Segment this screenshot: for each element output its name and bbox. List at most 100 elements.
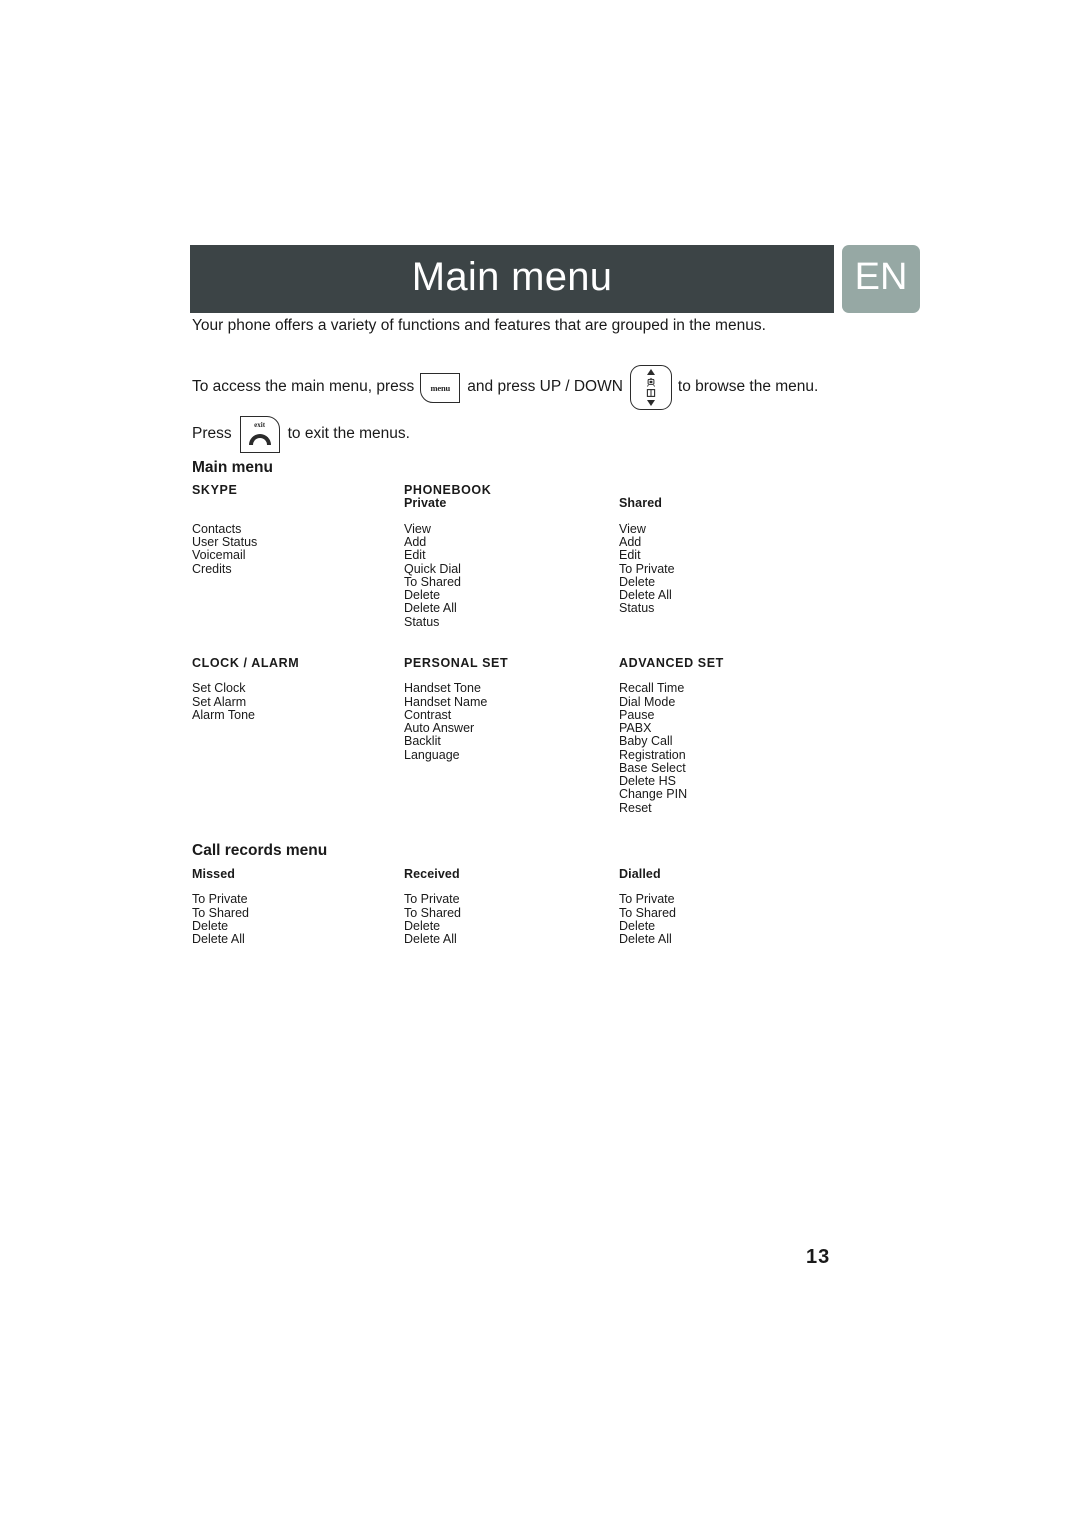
list-item: Contrast [404,707,452,722]
list-item: Credits [192,561,232,576]
triangle-up-icon [646,369,655,375]
list-item: Handset Name [404,694,488,709]
intro-2-text-a: To access the main menu, press [192,378,415,396]
menu-column-phonebook-private: PHONEBOOK Private View Add Edit Quick Di… [404,483,619,629]
page-title-bar: Main menu [190,245,835,313]
page-title: Main menu [411,255,613,299]
list-item: Delete All [619,932,672,947]
menu-key-icon: menu [420,372,461,403]
menu-column-heading: PHONEBOOK [404,483,492,497]
intro-paragraph-2: To access the main menu, press menu and … [192,365,818,410]
menu-column-personal-set: PERSONAL SET Handset Tone Handset Name C… [404,656,619,815]
alarm-bell-icon [646,377,655,387]
list-item: To Shared [404,905,461,920]
menu-item-list: View Add Edit Quick Dial To Shared Delet… [404,521,619,629]
list-item: To Private [192,892,248,907]
list-item: Quick Dial [404,561,461,576]
list-item: Delete All [404,601,457,616]
menu-column-heading: PERSONAL SET [404,656,509,670]
list-item: To Shared [192,905,249,920]
list-item: Change PIN [619,787,688,802]
menu-column-advanced-set: ADVANCED SET Recall Time Dial Mode Pause… [619,656,922,815]
language-badge-label: EN [854,256,908,298]
menu-item-list: Handset Tone Handset Name Contrast Auto … [404,682,619,762]
list-item: Reset [619,800,652,815]
triangle-down-icon [646,399,655,406]
menu-item-list: To Private To Shared Delete Delete All [404,893,619,946]
list-item: Delete [404,918,441,933]
menu-column-subheading: Received [404,867,460,881]
list-item: Delete HS [619,774,676,789]
menu-column-phonebook-shared: Shared View Add Edit To Private Delete D… [619,484,922,629]
menu-item-list: To Private To Shared Delete Delete All [192,893,404,946]
hangup-handset-icon [248,434,271,445]
list-item: Alarm Tone [192,707,255,722]
list-item: Baby Call [619,734,673,749]
menu-column-dialled: Dialled To Private To Shared Delete Dele… [619,867,922,947]
list-item: Contacts [192,521,242,536]
list-item: Delete All [192,932,245,947]
call-records-menu-row: Missed To Private To Shared Delete Delet… [192,867,922,947]
menu-column-subheading: Dialled [619,867,661,881]
menu-item-list: Recall Time Dial Mode Pause PABX Baby Ca… [619,682,922,815]
menu-column-heading: CLOCK / ALARM [192,656,300,670]
menu-column-heading: SKYPE [192,483,238,497]
intro-paragraph-3: Press exit to exit the menus. [192,416,410,453]
document-page: Main menu EN Your phone offers a variety… [0,0,1080,1528]
menu-key-label: menu [430,382,451,393]
list-item: To Shared [619,905,676,920]
list-item: View [404,521,431,536]
list-item: Backlit [404,734,441,749]
menu-column-received: Received To Private To Shared Delete Del… [404,867,619,946]
intro-paragraph-1: Your phone offers a variety of functions… [192,317,766,334]
list-item: Dial Mode [619,694,676,709]
list-item: View [619,521,646,536]
list-item: Pause [619,707,655,722]
menu-item-list: View Add Edit To Private Delete Delete A… [619,521,922,616]
intro-3-text-b: to exit the menus. [287,425,410,443]
menu-column-skype: SKYPE Contacts User Status Voicemail Cre… [192,483,404,629]
call-records-menu-heading: Call records menu [192,842,328,859]
list-item: To Private [619,892,675,907]
up-down-navigation-key-icon [629,365,672,410]
list-item: Auto Answer [404,721,475,736]
menu-item-list: Contacts User Status Voicemail Credits [192,521,404,576]
menu-column-clock-alarm: CLOCK / ALARM Set Clock Set Alarm Alarm … [192,656,404,815]
list-item: Registration [619,747,686,762]
list-item: User Status [192,535,258,549]
list-item: Voicemail [192,548,246,563]
list-item: Edit [619,548,641,563]
main-menu-row-1: SKYPE Contacts User Status Voicemail Cre… [192,483,922,629]
list-item: Base Select [619,760,686,775]
main-menu-heading: Main menu [192,459,273,476]
list-item: Delete [192,918,229,933]
list-item: To Shared [404,574,461,589]
list-item: Handset Tone [404,681,481,696]
intro-2-text-b: and press UP / DOWN [467,378,623,396]
list-item: Delete [619,918,656,933]
list-item: Recall Time [619,681,685,696]
main-menu-row-2: CLOCK / ALARM Set Clock Set Alarm Alarm … [192,656,922,815]
page-number: 13 [806,1246,831,1268]
menu-column-subheading: Shared [619,496,662,511]
list-item: To Private [404,892,460,907]
intro-2-text-c: to browse the menu. [677,378,819,396]
list-item: Set Clock [192,681,246,696]
list-item: Delete [619,574,656,589]
list-item: Delete All [404,932,457,947]
page-header: Main menu EN [190,245,920,313]
language-badge: EN [842,245,920,313]
list-item: Add [404,535,427,549]
menu-column-heading: ADVANCED SET [619,656,724,670]
list-item: Language [404,747,460,762]
intro-3-text-a: Press [192,425,232,443]
menu-column-subheading: Missed [192,867,235,881]
list-item: Edit [404,548,426,563]
nav-key-glyph-stack [631,369,671,406]
list-item: Status [619,601,655,616]
menu-column-missed: Missed To Private To Shared Delete Delet… [192,867,404,946]
menu-column-subheading: Private [404,496,447,511]
list-item: To Private [619,561,675,576]
list-item: Status [404,614,440,629]
list-item: Delete [404,588,441,602]
